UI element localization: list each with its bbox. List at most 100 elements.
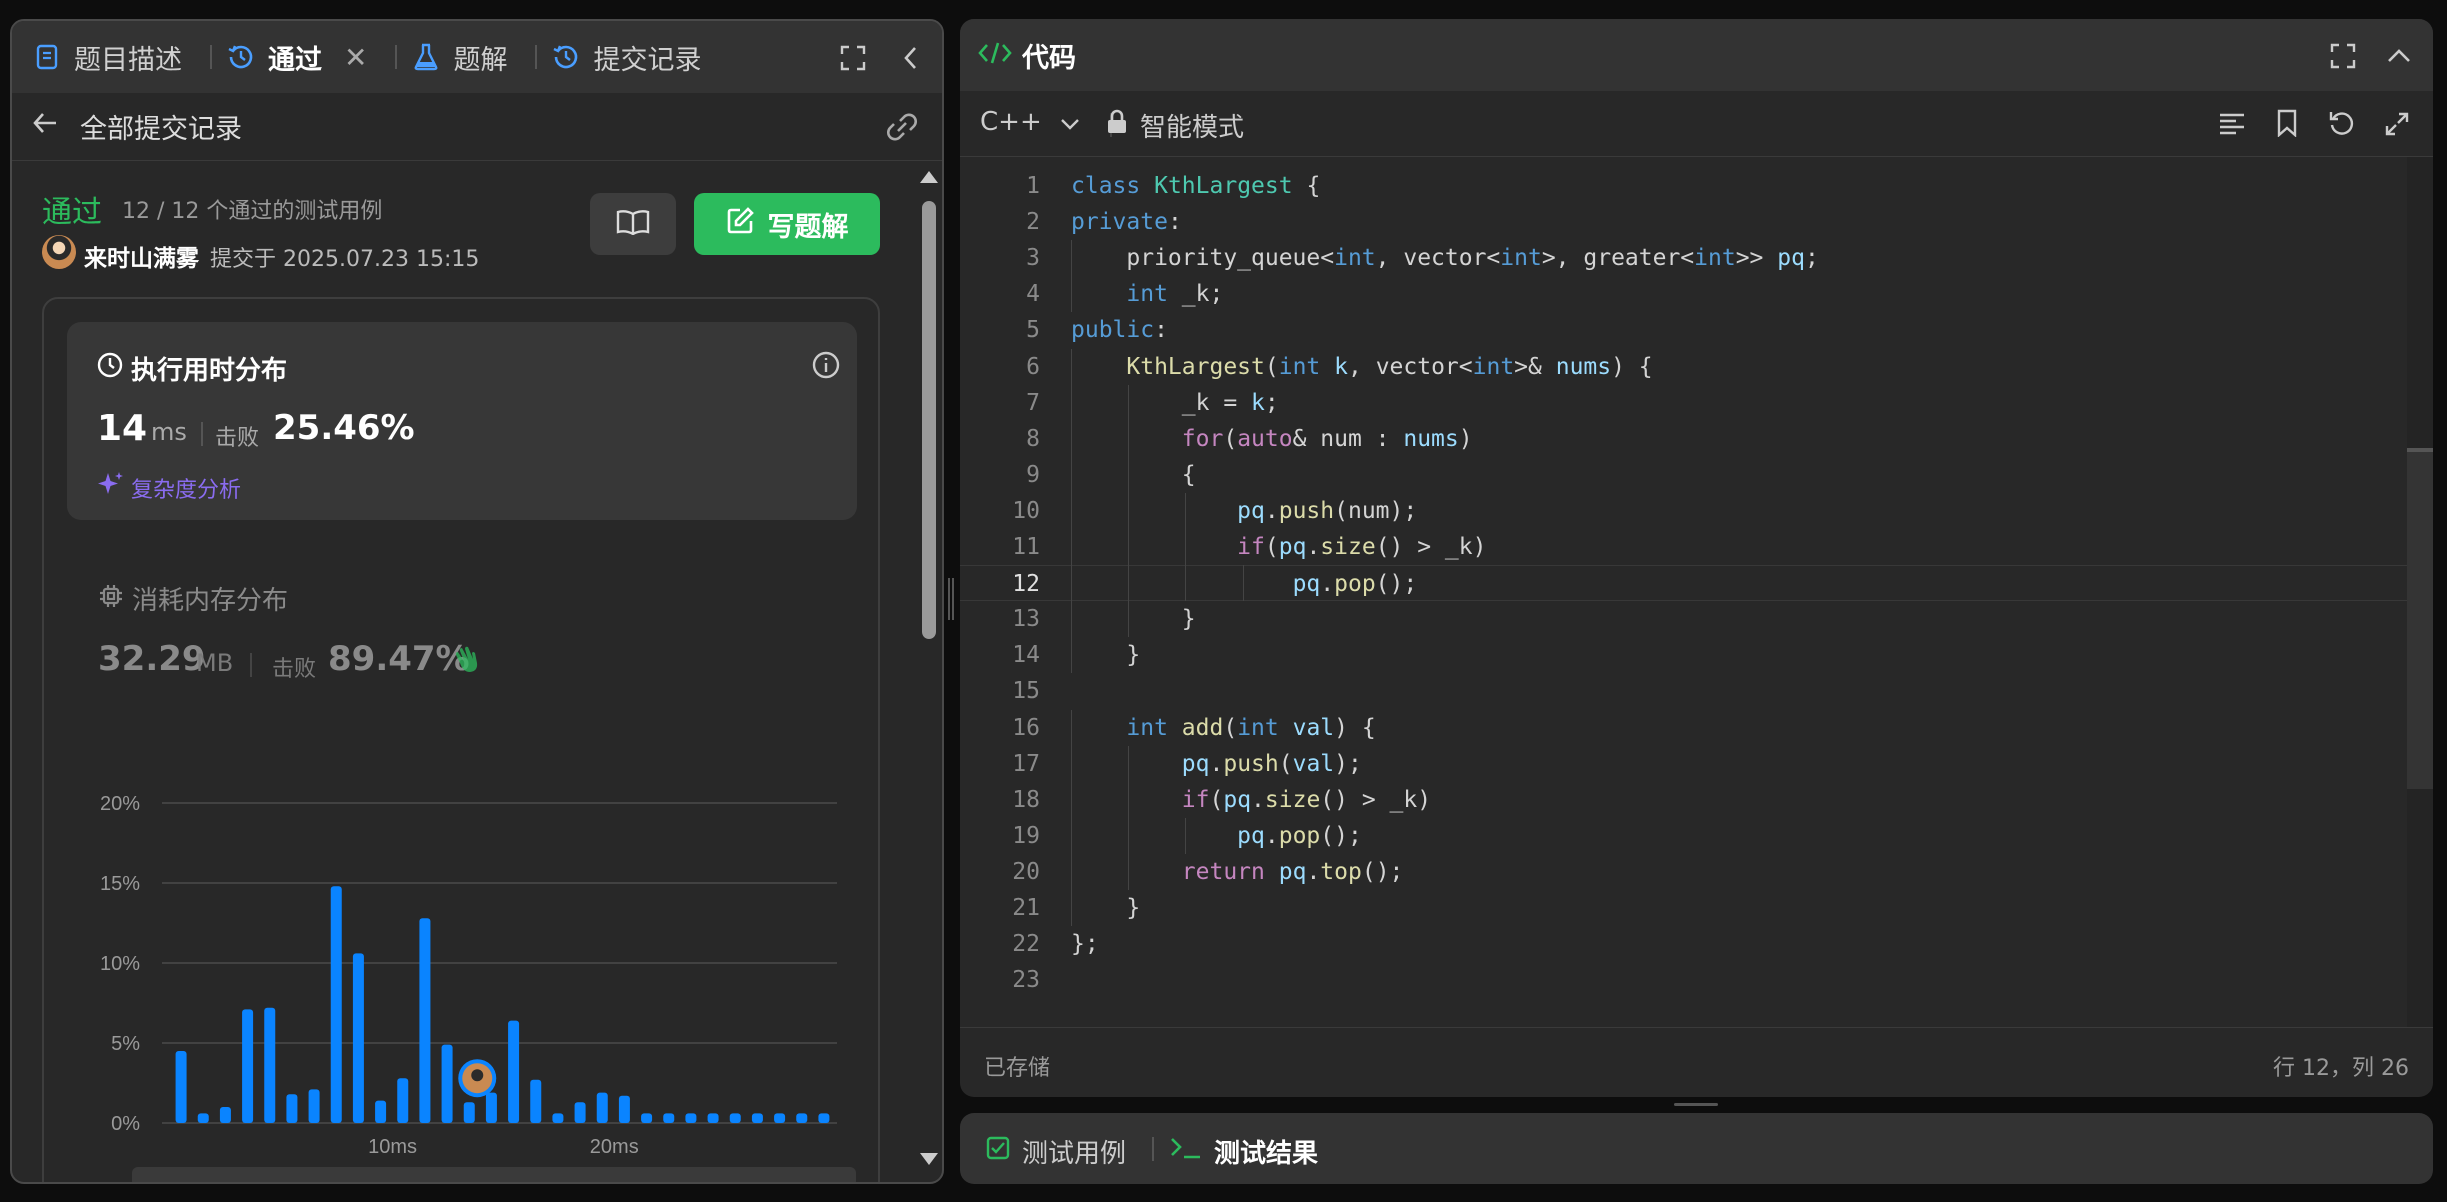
bar[interactable]	[663, 1113, 675, 1123]
bar[interactable]	[774, 1113, 786, 1123]
expand-icon[interactable]	[2384, 111, 2410, 141]
bar[interactable]	[308, 1089, 320, 1123]
bar[interactable]	[330, 886, 342, 1123]
bar[interactable]	[796, 1113, 808, 1123]
info-icon[interactable]	[811, 350, 841, 384]
code-line[interactable]: 21 }	[960, 890, 2410, 926]
bar[interactable]	[641, 1113, 653, 1123]
runtime-distribution-chart[interactable]: 20% 15% 10% 5% 0% 10ms 20ms	[12, 781, 944, 1161]
bar[interactable]	[729, 1113, 741, 1123]
complexity-analysis-link[interactable]: 复杂度分析	[131, 472, 241, 504]
bar[interactable]	[618, 1095, 630, 1123]
code-line[interactable]: 22};	[960, 926, 2410, 962]
code-line[interactable]: 16 int add(int val) {	[960, 710, 2410, 746]
tab-test-result[interactable]: 测试结果	[1170, 1133, 1318, 1170]
code-line[interactable]: 2 private:	[960, 204, 2410, 240]
fullscreen-icon[interactable]	[838, 43, 868, 73]
format-icon[interactable]	[2218, 111, 2246, 141]
code-line[interactable]: 4 int _k;	[960, 276, 2410, 312]
line-number: 23	[1012, 967, 1040, 994]
bar[interactable]	[175, 1051, 187, 1123]
scrollbar-down-arrow[interactable]	[920, 1153, 938, 1165]
line-number: 6	[1026, 353, 1040, 380]
language-select[interactable]: C++	[980, 107, 1080, 138]
view-notes-button[interactable]	[590, 193, 676, 255]
bar[interactable]	[485, 1092, 497, 1123]
bar[interactable]	[242, 1009, 254, 1123]
code-area[interactable]: 1 class KthLargest {2 private: 3 priority_q…	[960, 168, 2410, 1028]
avatar[interactable]	[42, 235, 76, 269]
bar[interactable]	[397, 1078, 409, 1123]
code-line[interactable]: 9 {	[960, 457, 2410, 493]
code-line[interactable]: 15	[960, 673, 2410, 709]
tab-submissions[interactable]: 提交记录	[551, 38, 701, 77]
code-line[interactable]: 13 }	[960, 601, 2410, 637]
bar[interactable]	[197, 1113, 209, 1123]
code-line[interactable]: 23	[960, 962, 2410, 998]
runtime-card[interactable]: 执行用时分布 14 ms 击败 25.46% 复杂度分析	[67, 322, 857, 520]
code-line[interactable]: 3 priority_queue<int, vector<int>, great…	[960, 240, 2410, 276]
code-line[interactable]: 11 if(pq.size() > _k)	[960, 529, 2410, 565]
memory-title[interactable]: 消耗内存分布	[132, 580, 288, 617]
bar[interactable]	[751, 1113, 763, 1123]
tab-accepted[interactable]: 通过 ✕	[226, 38, 367, 77]
tab-solutions[interactable]: 题解	[411, 38, 507, 77]
bar[interactable]	[352, 953, 364, 1123]
bar[interactable]	[552, 1113, 564, 1123]
editor-scrollbar-thumb[interactable]	[2407, 449, 2433, 789]
bar[interactable]	[219, 1107, 231, 1123]
bar[interactable]	[530, 1079, 542, 1123]
scrollbar-thumb[interactable]	[922, 201, 936, 639]
code-line[interactable]: 19 pq.pop();	[960, 818, 2410, 854]
code-line[interactable]: 12 pq.pop();	[960, 565, 2410, 602]
bookmark-icon[interactable]	[2276, 109, 2298, 141]
close-icon[interactable]: ✕	[344, 41, 367, 74]
code-line[interactable]: 14 }	[960, 637, 2410, 673]
code-text: {	[1071, 461, 1196, 488]
collapse-up-icon[interactable]	[2384, 41, 2414, 71]
username[interactable]: 来时山满雾	[84, 239, 199, 273]
reset-icon[interactable]	[2328, 109, 2356, 141]
bar[interactable]	[441, 1044, 453, 1123]
back-label[interactable]: 全部提交记录	[80, 107, 242, 146]
bar[interactable]	[707, 1113, 719, 1123]
bar[interactable]	[286, 1094, 298, 1123]
chart-range-slider[interactable]	[132, 1167, 856, 1182]
code-line[interactable]: 20 return pq.top();	[960, 854, 2410, 890]
bar[interactable]	[508, 1020, 520, 1123]
code-line[interactable]: 18 if(pq.size() > _k)	[960, 782, 2410, 818]
line-number: 5	[1026, 317, 1040, 344]
back-arrow-icon[interactable]	[32, 111, 58, 142]
code-line[interactable]: 8 for(auto& num : nums)	[960, 421, 2410, 457]
bar[interactable]	[264, 1007, 276, 1123]
fullscreen-icon[interactable]	[2328, 41, 2358, 71]
indent-guide	[1071, 565, 1072, 602]
code-line[interactable]: 17 pq.push(val);	[960, 746, 2410, 782]
code-text: KthLargest(int k, vector<int>& nums) {	[1126, 353, 1653, 380]
smart-mode-label[interactable]: 智能模式	[1140, 107, 1244, 144]
chip-icon	[98, 583, 124, 613]
code-line[interactable]: 5 public:	[960, 312, 2410, 348]
collapse-left-icon[interactable]	[896, 43, 926, 73]
code-line[interactable]: 1 class KthLargest {	[960, 168, 2410, 204]
code-line[interactable]: 7 _k = k;	[960, 385, 2410, 421]
clock-icon	[97, 352, 123, 382]
tab-testcase[interactable]: 测试用例	[986, 1133, 1126, 1170]
bar[interactable]	[818, 1113, 830, 1123]
bar[interactable]	[685, 1113, 697, 1123]
bar[interactable]	[596, 1092, 608, 1123]
bar[interactable]	[419, 918, 431, 1123]
panel-resizer[interactable]	[948, 578, 954, 620]
write-solution-button[interactable]: 写题解	[694, 193, 880, 255]
code-line[interactable]: 6 KthLargest(int k, vector<int>& nums) {	[960, 349, 2410, 385]
bar[interactable]	[463, 1102, 475, 1123]
tab-description[interactable]: 题目描述	[32, 38, 182, 77]
bar[interactable]	[375, 1100, 387, 1123]
link-icon[interactable]	[886, 113, 918, 148]
code-text: for(auto& num : nums)	[1181, 425, 1473, 452]
tab-test-result-label: 测试结果	[1214, 1139, 1319, 1169]
horizontal-resizer[interactable]	[1674, 1103, 1718, 1106]
scrollbar-up-arrow[interactable]	[920, 171, 938, 183]
code-line[interactable]: 10 pq.push(num);	[960, 493, 2410, 529]
bar[interactable]	[574, 1102, 586, 1123]
